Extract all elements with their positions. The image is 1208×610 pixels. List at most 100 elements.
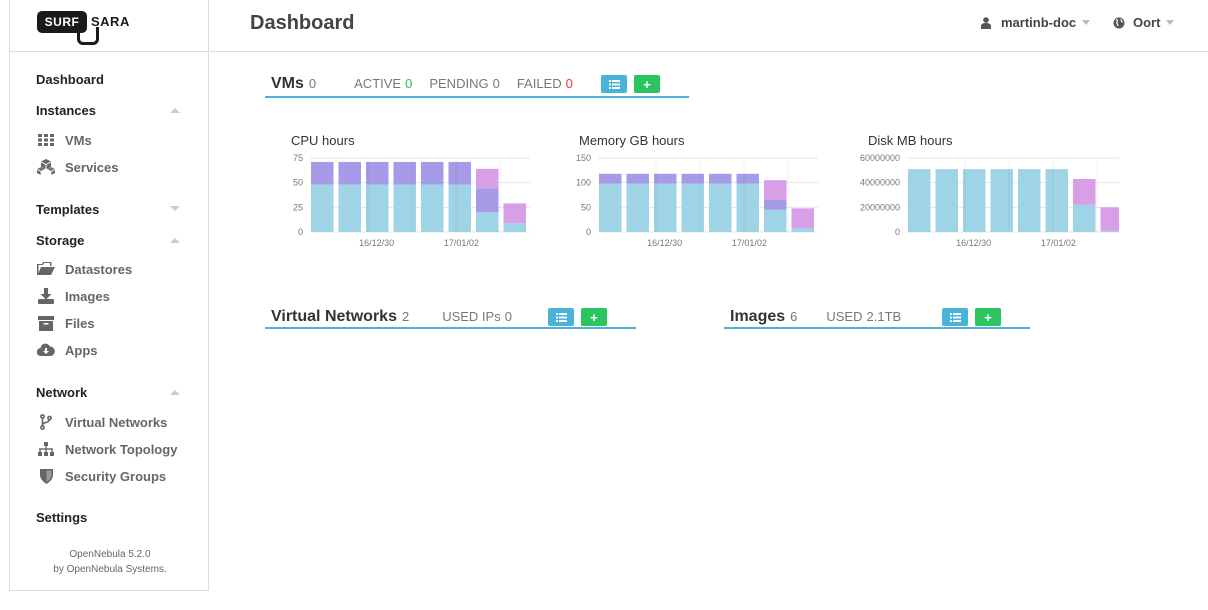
images-title[interactable]: Images [730,308,785,326]
sidebar-item-virtual-networks[interactable]: Virtual Networks [36,413,167,431]
logo-tail [77,27,99,45]
used-label: USED [826,309,863,324]
vnets-panel-header: Virtual Networks 2 USED IPs 0 [271,308,512,326]
vms-list-button[interactable] [601,75,627,93]
sidebar-section-templates[interactable]: Templates [36,202,99,217]
sidebar-item-network-topology[interactable]: Network Topology [36,440,177,458]
logo-area: SURF SARA [10,0,208,52]
chevron-up-icon[interactable] [170,390,180,395]
active-count: 0 [405,76,413,91]
version-text: OpenNebula 5.2.0 [69,549,151,560]
images-used-stat: USED 2.1TB [826,309,901,324]
sidebar-item-vms[interactable]: VMs [36,131,92,149]
vnets-list-button[interactable] [548,308,574,326]
grid-icon [36,132,56,148]
sidebar-footer: OpenNebula 5.2.0 by OpenNebula Systems. [10,547,210,577]
chevron-down-icon[interactable] [170,206,180,211]
plus-icon: + [984,309,992,325]
vendor-text: by OpenNebula Systems. [53,564,167,575]
bar [448,161,471,185]
vms-active-stat: ACTIVE 0 [354,76,412,91]
y-tick-label: 40000000 [860,178,900,188]
branch-icon [36,414,56,430]
vms-panel-header: VMs 0 ACTIVE 0 PENDING 0 FAILED 0 [271,75,573,93]
sidebar-item-label: Images [65,288,110,304]
sidebar-item-services[interactable]: Services [36,158,119,176]
sidebar-item-images[interactable]: Images [36,287,110,305]
bar [1018,169,1041,232]
cubes-icon [36,159,56,175]
list-icon [949,312,961,322]
list-icon [555,312,567,322]
failed-count: 0 [565,76,573,91]
sidebar-section-storage[interactable]: Storage [36,233,84,248]
vnets-title[interactable]: Virtual Networks [271,308,397,326]
bar [1073,178,1096,205]
bar [791,228,814,232]
x-tick-label: 16/12/30 [359,238,394,248]
sidebar-item-datastores[interactable]: Datastores [36,260,132,278]
bar [709,183,732,232]
surfsara-logo[interactable]: SURF SARA [37,11,129,45]
bar [311,161,334,185]
vms-pending-stat: PENDING 0 [429,76,499,91]
images-count: 6 [790,309,798,324]
images-panel-divider [724,327,1030,329]
disk-mb-hours-chart: 60000000 40000000 20000000 0 16/12/30 17/01/0… [860,153,1119,248]
vnets-used-stat: USED IPs 0 [442,309,512,324]
used-size: 2.1TB [866,309,902,324]
vms-count: 0 [308,76,317,91]
page-title: Dashboard [250,12,355,34]
bar [393,161,416,185]
plus-icon: + [643,76,651,92]
bar [476,188,499,213]
bar [1073,204,1096,232]
sidebar-item-apps[interactable]: Apps [36,341,98,359]
sidebar-item-label: Files [65,315,95,331]
bar [1100,207,1119,231]
bar [366,184,389,232]
memory-chart-title: Memory GB hours [579,133,685,148]
images-add-button[interactable]: + [975,308,1001,326]
bar [654,173,677,184]
bar [626,173,649,184]
bar [448,184,471,232]
bar [421,184,444,232]
bar [1100,230,1119,232]
folder-icon [36,261,56,277]
bar [791,208,814,229]
sidebar-section-instances[interactable]: Instances [36,103,96,118]
bar [990,169,1013,232]
vnets-panel-divider [265,327,636,329]
vnets-add-button[interactable]: + [581,308,607,326]
chevron-up-icon[interactable] [170,108,180,113]
bar [421,161,444,185]
zone-menu[interactable]: Oort [1113,15,1175,30]
sidebar-section-network[interactable]: Network [36,385,87,400]
x-tick-label: 16/12/30 [956,238,991,248]
sidebar-item-files[interactable]: Files [36,314,95,332]
username-label: martinb-doc [1001,15,1077,30]
memory-gb-hours-chart: 150 100 50 0 16/12/30 17/01/02 [576,153,818,248]
user-menu[interactable]: martinb-doc [981,15,1091,30]
vms-title[interactable]: VMs [271,75,304,93]
sidebar-item-security-groups[interactable]: Security Groups [36,467,166,485]
x-tick-label: 16/12/30 [647,238,682,248]
y-tick-label: 20000000 [860,202,900,212]
download-icon [36,288,56,304]
y-tick-label: 100 [576,178,591,188]
vms-add-button[interactable]: + [634,75,660,93]
y-tick-label: 25 [293,202,303,212]
sidebar-item-label: VMs [65,132,92,148]
used-ips-label: USED IPs [442,309,501,324]
sidebar-item-settings[interactable]: Settings [36,510,87,525]
vnets-count: 2 [401,309,410,324]
x-tick-label: 17/01/02 [1041,238,1076,248]
images-list-button[interactable] [942,308,968,326]
sidebar-item-label: Apps [65,342,98,358]
bar [599,183,622,232]
sidebar-item-dashboard[interactable]: Dashboard [36,72,104,87]
bar [709,173,732,184]
chevron-up-icon[interactable] [170,238,180,243]
active-label: ACTIVE [354,76,402,91]
